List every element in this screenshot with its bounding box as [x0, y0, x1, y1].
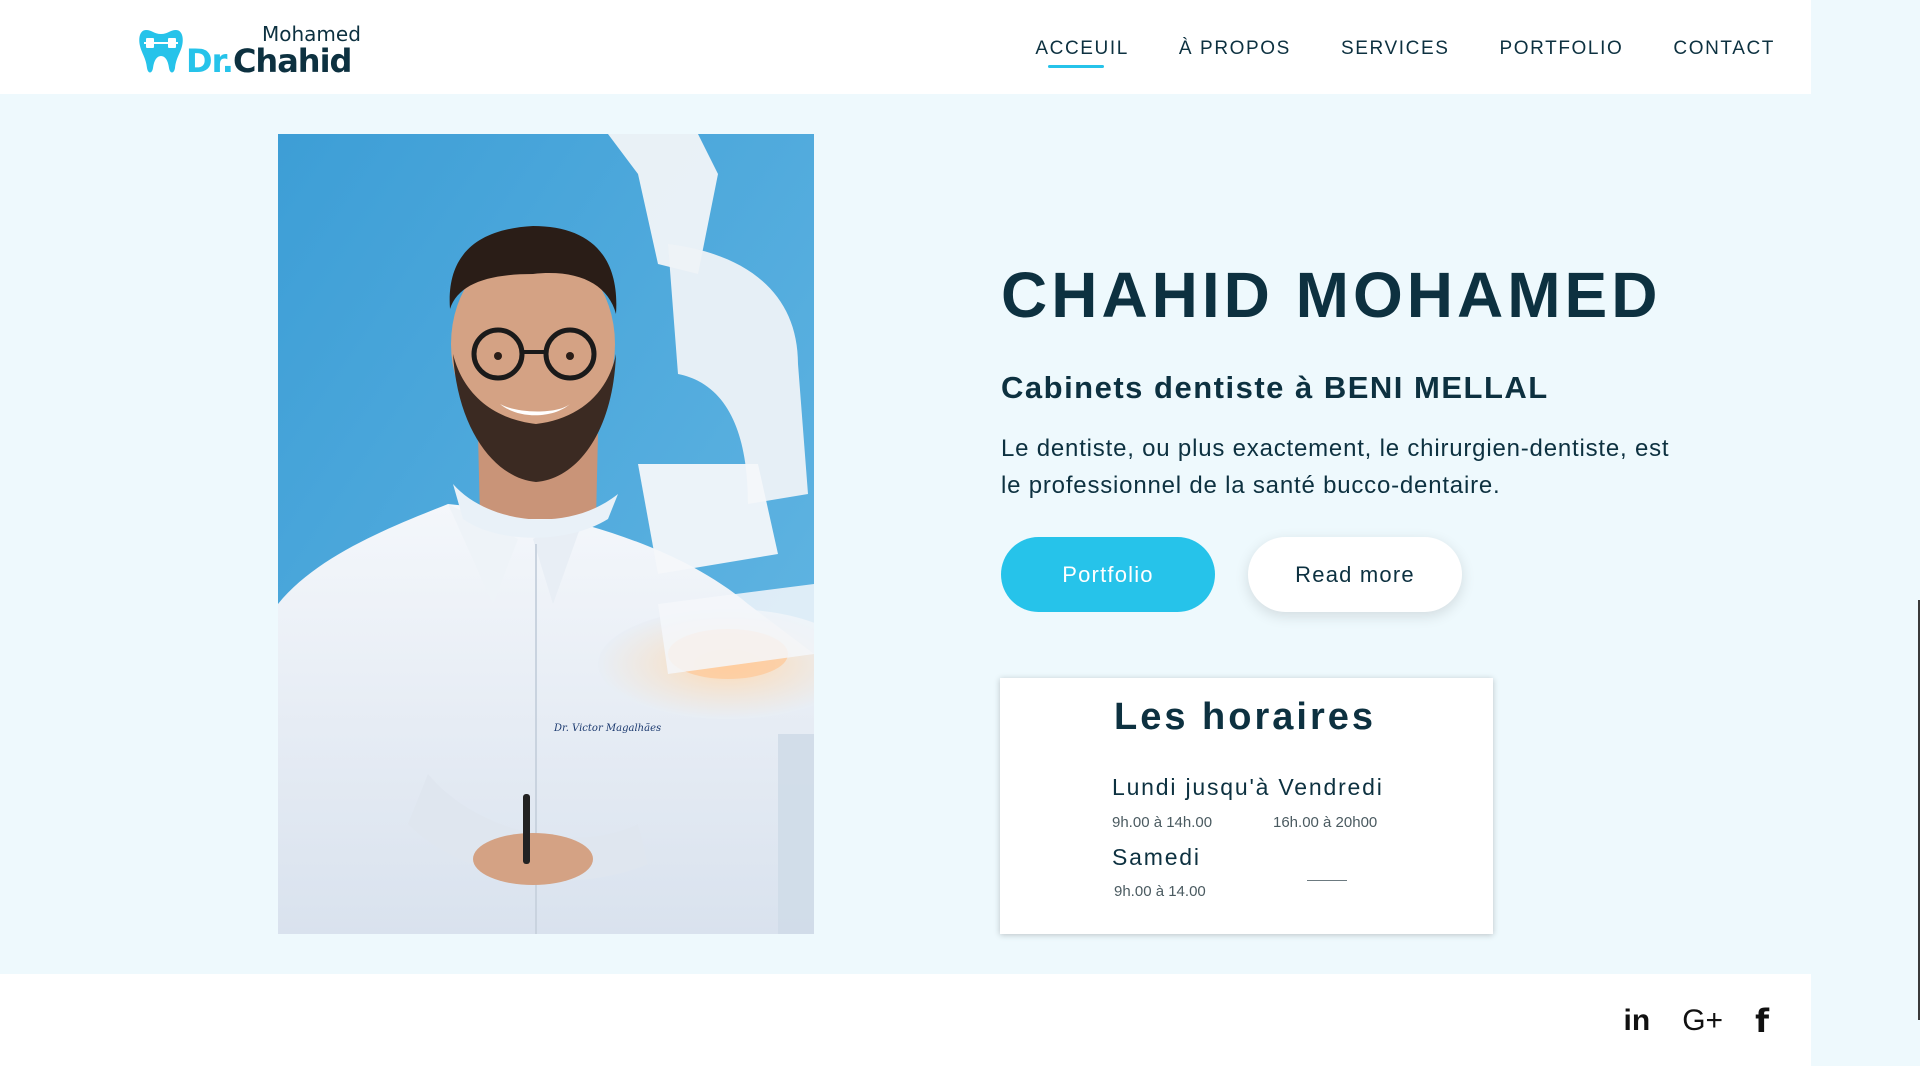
logo[interactable]: Mohamed Dr.Chahid	[138, 22, 368, 80]
facebook-icon[interactable]: f	[1755, 1002, 1769, 1040]
nav-item-contact[interactable]: CONTACT	[1673, 38, 1775, 60]
nav-item-portfolio[interactable]: PORTFOLIO	[1500, 38, 1624, 60]
logo-name: Chahid	[232, 42, 353, 80]
tooth-logo-icon	[139, 30, 183, 73]
google-plus-icon[interactable]: G+	[1682, 1004, 1723, 1038]
hero-description: Le dentiste, ou plus exactement, le chir…	[1001, 435, 1670, 499]
nav-item-acceuil[interactable]: ACCEUIL	[1035, 38, 1129, 68]
dentist-photo-illustration: Dr. Victor Magalhães	[278, 134, 814, 934]
dentist-photo: Dr. Victor Magalhães	[278, 134, 814, 934]
logo-title: Dr.Chahid	[186, 42, 353, 80]
saturday-label: Samedi	[1112, 844, 1201, 870]
social-links: in G+ f	[1592, 1002, 1769, 1040]
hero-title: CHAHID MOHAMED	[1001, 259, 1662, 331]
saturday-evening-dash	[1307, 880, 1347, 881]
footer: in G+ f	[0, 974, 1811, 1066]
hero-subtitle: Cabinets dentiste à BENI MELLAL	[1001, 370, 1549, 405]
nav-item-a-propos[interactable]: À PROPOS	[1179, 38, 1291, 60]
portfolio-button[interactable]: Portfolio	[1001, 537, 1215, 612]
weekday-morning-hours: 9h.00 à 14h.00	[1112, 814, 1213, 831]
weekday-label: Lundi jusqu'à Vendredi	[1112, 774, 1384, 800]
read-more-button[interactable]: Read more	[1248, 537, 1462, 612]
nav-item-services[interactable]: SERVICES	[1341, 38, 1450, 60]
header: Mohamed Dr.Chahid ACCEUIL À PROPOS SERVI…	[0, 0, 1811, 94]
saturday-hours: 9h.00 à 14.00	[1114, 883, 1206, 900]
right-empty-area	[1811, 0, 1920, 1066]
weekday-evening-hours: 16h.00 à 20h00	[1273, 814, 1378, 831]
logo-prefix: Dr.	[186, 42, 234, 80]
main-nav: ACCEUIL À PROPOS SERVICES PORTFOLIO CONT…	[985, 38, 1775, 68]
linkedin-icon[interactable]: in	[1624, 1004, 1651, 1038]
hours-card: Les horaires Lundi jusqu'à Vendredi 9h.0…	[1000, 678, 1493, 934]
page: Mohamed Dr.Chahid ACCEUIL À PROPOS SERVI…	[0, 0, 1920, 1066]
coat-badge-text: Dr. Victor Magalhães	[553, 723, 661, 734]
hours-title: Les horaires	[1114, 696, 1376, 738]
